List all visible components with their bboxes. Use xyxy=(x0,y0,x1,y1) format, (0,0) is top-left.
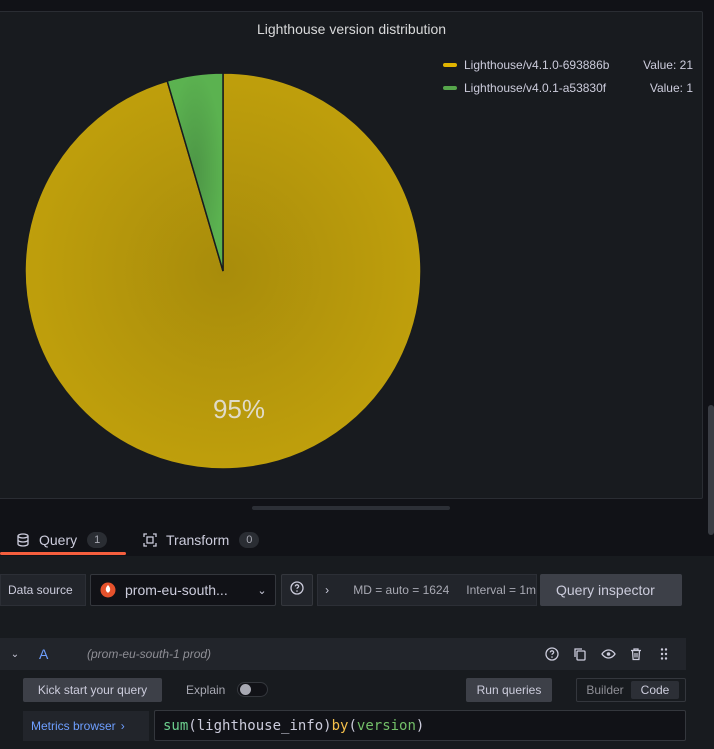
data-source-picker[interactable]: prom-eu-south... ⌄ xyxy=(90,574,276,606)
kick-start-query-button[interactable]: Kick start your query xyxy=(23,678,162,702)
max-data-points-text: MD = auto = 1624 xyxy=(353,583,450,597)
legend-series-value: Value: 21 xyxy=(643,57,693,72)
run-queries-button[interactable]: Run queries xyxy=(466,678,552,702)
query-row-header: ⌄ A (prom-eu-south-1 prod) xyxy=(0,638,686,670)
query-options-toggle[interactable]: › MD = auto = 1624 Interval = 1m xyxy=(317,574,537,606)
data-source-name: prom-eu-south... xyxy=(125,582,228,598)
query-row-actions xyxy=(538,644,686,664)
query-keyword-token: by xyxy=(331,717,349,734)
copy-icon[interactable] xyxy=(566,644,594,664)
drag-handle-icon[interactable] xyxy=(650,644,678,664)
transform-icon xyxy=(143,533,157,547)
query-editor-toolbar: Kick start your query Explain Run querie… xyxy=(0,678,686,704)
legend-color-swatch xyxy=(443,85,457,90)
trash-icon[interactable] xyxy=(622,644,650,664)
query-ref-id[interactable]: A xyxy=(39,646,87,662)
vertical-scrollbar[interactable] xyxy=(708,405,714,535)
active-tab-indicator xyxy=(0,552,126,555)
interval-text: Interval = 1m xyxy=(466,583,536,597)
data-source-label: Data source xyxy=(0,574,86,606)
prometheus-icon xyxy=(100,582,116,598)
query-metric-token: lighthouse_info xyxy=(196,717,324,734)
chevron-right-icon: › xyxy=(120,719,125,733)
tab-transform[interactable]: Transform 0 xyxy=(143,524,260,556)
legend-item[interactable]: Lighthouse/v4.0.1-a53830f Value: 1 xyxy=(443,76,693,99)
mode-code-option[interactable]: Code xyxy=(631,681,679,699)
query-label-token: version xyxy=(356,717,416,734)
query-paren-token: ) xyxy=(415,717,425,734)
explain-toggle[interactable] xyxy=(237,682,268,697)
query-options-row: Data source prom-eu-south... ⌄ › MD = au… xyxy=(0,574,714,606)
question-circle-icon[interactable] xyxy=(538,644,566,664)
chart-legend: Lighthouse/v4.1.0-693886b Value: 21 Ligh… xyxy=(443,53,693,99)
tab-transform-label: Transform xyxy=(166,532,230,548)
tab-query-count: 1 xyxy=(87,532,108,548)
query-function-token: sum xyxy=(163,717,189,734)
database-icon xyxy=(16,533,30,547)
legend-color-swatch xyxy=(443,62,457,67)
explain-label: Explain xyxy=(186,683,226,697)
visualization-panel: Lighthouse version distribution 95% Ligh… xyxy=(0,11,703,499)
chevron-right-icon: › xyxy=(325,583,330,597)
question-circle-icon xyxy=(290,580,304,600)
query-paren-token: ( xyxy=(188,717,197,734)
data-source-help-button[interactable] xyxy=(281,574,313,606)
legend-series-name: Lighthouse/v4.1.0-693886b xyxy=(464,57,610,72)
tab-transform-count: 0 xyxy=(239,532,260,548)
mode-builder-option[interactable]: Builder xyxy=(579,681,631,699)
metrics-browser-label: Metrics browser xyxy=(31,719,116,733)
collapse-chevron-icon[interactable]: ⌄ xyxy=(0,649,30,660)
editor-mode-toggle: Builder Code xyxy=(576,678,686,702)
legend-series-value: Value: 1 xyxy=(649,80,693,95)
legend-series-name: Lighthouse/v4.0.1-a53830f xyxy=(464,80,607,95)
chevron-down-icon: ⌄ xyxy=(257,584,267,597)
eye-icon[interactable] xyxy=(594,644,622,664)
query-paren-token: ( xyxy=(348,717,357,734)
query-datasource-hint: (prom-eu-south-1 prod) xyxy=(87,647,212,661)
query-paren-token: ) xyxy=(323,717,332,734)
legend-item[interactable]: Lighthouse/v4.1.0-693886b Value: 21 xyxy=(443,53,693,76)
tab-query-label: Query xyxy=(39,532,78,548)
pane-resize-handle[interactable] xyxy=(252,506,450,510)
promql-query-input[interactable]: sum(lighthouse_info) by (version) xyxy=(154,710,686,741)
toggle-knob xyxy=(240,684,251,695)
pie-slice-percent-label: 95% xyxy=(213,394,265,424)
metrics-browser-button[interactable]: Metrics browser › xyxy=(23,711,149,741)
query-inspector-button[interactable]: Query inspector xyxy=(540,574,682,606)
